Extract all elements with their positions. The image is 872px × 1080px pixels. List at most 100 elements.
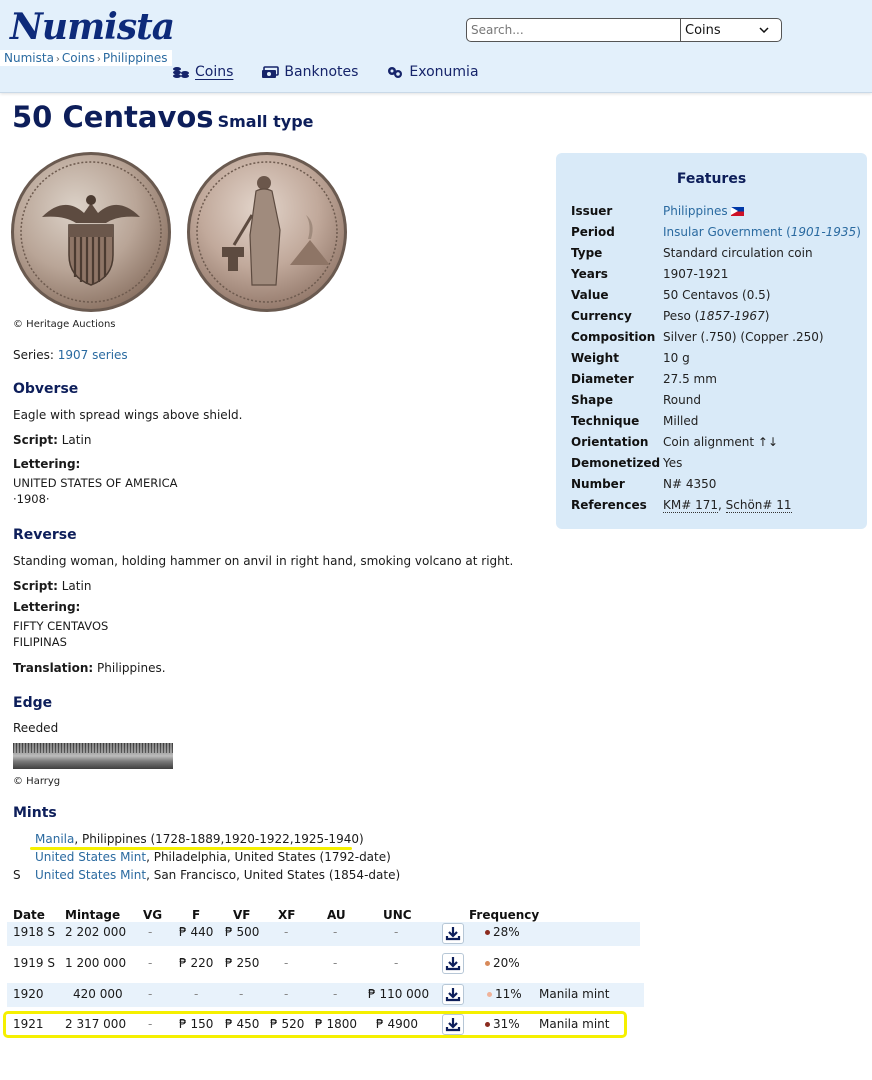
table-row: 1919 S 1 200 000 - ₱ 220 ₱ 250 - - - 20%: [7, 952, 640, 976]
mint-link-san-francisco[interactable]: United States Mint: [35, 866, 146, 884]
obverse-script-label: Script:: [13, 433, 58, 447]
nav-banknotes[interactable]: Banknotes: [261, 64, 358, 80]
mint-link-philadelphia[interactable]: United States Mint: [35, 848, 146, 866]
frequency-dot-icon: [485, 930, 490, 935]
series-link[interactable]: 1907 series: [58, 348, 128, 362]
search-box: Coins: [466, 18, 782, 42]
features-heading: Features: [676, 171, 747, 187]
col-mintage: Mintage: [65, 908, 121, 922]
breadcrumb-separator-icon: ›: [55, 54, 60, 65]
mint-mark: [13, 830, 35, 848]
eagle-shield-icon: [20, 161, 162, 303]
numista-logo[interactable]: Numista: [10, 6, 175, 48]
feature-references: References KM# 171, Schön# 11: [571, 498, 792, 513]
col-unc: UNC: [383, 908, 412, 922]
nav-exonumia[interactable]: Exonumia: [386, 64, 479, 80]
frequency-dot-icon: [487, 992, 492, 997]
download-icon: [445, 957, 461, 971]
main-nav: Coins Banknotes Exonumia: [172, 64, 507, 80]
row-note: Manila mint: [539, 987, 610, 1001]
edge-heading: Edge: [13, 695, 53, 711]
mint-link-manila[interactable]: Manila: [35, 830, 74, 848]
mints-heading: Mints: [13, 805, 57, 821]
table-row: 1920 420 000 - - - - - ₱ 110 000 11% Man…: [7, 983, 644, 1007]
obverse-lettering-line: ·1908·: [13, 492, 50, 506]
standing-woman-icon: [196, 161, 338, 303]
feature-composition: Composition Silver (.750) (Copper .250): [571, 330, 824, 344]
feature-technique: Technique Milled: [571, 414, 699, 428]
edge-description: Reeded: [13, 721, 59, 735]
col-date: Date: [13, 908, 45, 922]
feature-years: Years 1907-1921: [571, 267, 729, 281]
feature-currency: Currency Peso (1857-1967): [571, 309, 770, 323]
banknotes-icon: [262, 65, 280, 78]
table-row: 1918 S 2 202 000 - ₱ 440 ₱ 500 - - - 28%: [7, 922, 640, 946]
feature-demonetized: Demonetized Yes: [571, 456, 683, 470]
frequency-dot-icon: [485, 961, 490, 966]
breadcrumb-coins[interactable]: Coins: [62, 51, 95, 65]
reverse-lettering-line: FIFTY CENTAVOS: [13, 619, 109, 633]
mint-item: S United States Mint, San Francisco, Uni…: [13, 866, 400, 884]
exonumia-icon: [388, 66, 403, 78]
breadcrumb-numista[interactable]: Numista: [4, 51, 54, 65]
mint-item: United States Mint, Philadelphia, United…: [13, 848, 400, 866]
reverse-script-value: Latin: [61, 579, 92, 593]
mint-details: , Philippines (1728-1889,1920-1922,1925-…: [74, 832, 364, 846]
breadcrumb: Numista › Coins › Philippines: [0, 50, 172, 66]
reference-km[interactable]: KM# 171: [663, 498, 718, 513]
feature-diameter: Diameter 27.5 mm: [571, 372, 717, 386]
breadcrumb-philippines[interactable]: Philippines: [103, 51, 168, 65]
reverse-description: Standing woman, holding hammer on anvil …: [13, 554, 514, 568]
page-title-sub: Small type: [217, 112, 314, 131]
philippines-flag-icon: [730, 207, 744, 216]
highlight-underline: [30, 847, 352, 850]
highlight-box: [3, 1011, 627, 1038]
download-icon: [445, 927, 461, 941]
col-xf: XF: [278, 908, 296, 922]
edge-image[interactable]: [13, 743, 173, 769]
breadcrumb-separator-icon: ›: [96, 54, 101, 65]
feature-shape: Shape Round: [571, 393, 701, 407]
feature-issuer: Issuer Philippines: [571, 204, 744, 218]
mint-item: Manila, Philippines (1728-1889,1920-1922…: [13, 830, 400, 848]
search-category-select[interactable]: Coins: [681, 19, 781, 41]
mint-details: , Philadelphia, United States (1792-date…: [146, 850, 391, 864]
period-link[interactable]: Insular Government (1901-1935): [663, 225, 861, 239]
edge-image-credit: © Harryg: [13, 776, 61, 787]
features-panel: Features Issuer Philippines Period Insular…: [556, 153, 867, 529]
search-input[interactable]: [467, 19, 681, 41]
col-f: F: [192, 908, 201, 922]
obverse-coin-image[interactable]: [11, 152, 171, 312]
reverse-lettering-line: FILIPINAS: [13, 635, 67, 649]
page-title-main: 50 Centavos: [12, 100, 214, 134]
mint-mark: S: [13, 868, 21, 882]
nav-coins-label: Coins: [195, 64, 234, 80]
search-category-value: Coins: [685, 22, 721, 38]
series-label: Series:: [13, 348, 54, 362]
coins-icon: [173, 67, 189, 78]
obverse-lettering-label: Lettering:: [13, 457, 81, 471]
reverse-translation-value: Philippines.: [97, 661, 166, 675]
feature-period: Period Insular Government (1901-1935): [571, 225, 861, 239]
col-vf: VF: [233, 908, 251, 922]
obverse-heading: Obverse: [13, 381, 79, 397]
download-button[interactable]: [442, 953, 464, 974]
feature-value: Value 50 Centavos (0.5): [571, 288, 771, 302]
download-button[interactable]: [442, 984, 464, 1005]
reverse-coin-image[interactable]: [187, 152, 347, 312]
reference-schon[interactable]: Schön# 11: [725, 498, 792, 513]
reverse-script: Script: Latin: [13, 578, 91, 595]
reverse-lettering: FIFTY CENTAVOS FILIPINAS: [13, 618, 108, 650]
nav-exonumia-label: Exonumia: [409, 64, 479, 80]
nav-coins[interactable]: Coins: [172, 64, 233, 80]
feature-type: Type Standard circulation coin: [571, 246, 813, 260]
coin-image-credit: © Heritage Auctions: [13, 319, 116, 330]
chevron-down-icon: [759, 27, 769, 33]
mints-list: Manila, Philippines (1728-1889,1920-1922…: [13, 830, 400, 884]
obverse-script: Script: Latin: [13, 432, 91, 449]
reverse-translation-label: Translation:: [13, 661, 94, 675]
download-button[interactable]: [442, 923, 464, 944]
mint-details: , San Francisco, United States (1854-dat…: [146, 868, 401, 882]
issuer-link[interactable]: Philippines: [663, 204, 728, 218]
obverse-lettering: UNITED STATES OF AMERICA ·1908·: [13, 475, 178, 507]
